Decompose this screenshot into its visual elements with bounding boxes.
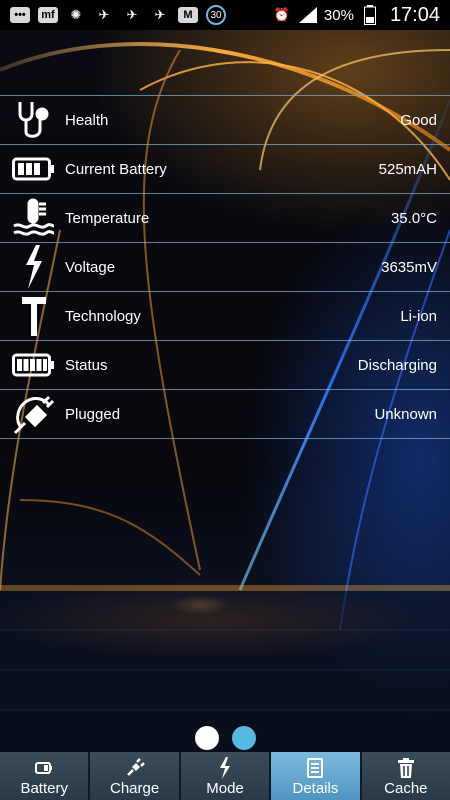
detail-row-status: Status Discharging bbox=[0, 340, 450, 389]
sun-icon: ✺ bbox=[70, 7, 82, 22]
tab-label: Mode bbox=[206, 780, 244, 797]
tab-mode[interactable]: Mode bbox=[180, 752, 272, 800]
page-dot-2[interactable] bbox=[231, 726, 256, 750]
tab-label: Cache bbox=[384, 780, 428, 797]
app-icon-mf: mf bbox=[38, 7, 58, 23]
document-icon bbox=[304, 757, 326, 779]
page-dot-1[interactable] bbox=[194, 726, 219, 750]
battery-status-icon bbox=[360, 5, 380, 25]
detail-row-voltage: Voltage 3635mV bbox=[0, 242, 450, 291]
battery-icon bbox=[6, 145, 61, 193]
detail-label: Status bbox=[65, 356, 108, 374]
alarm-icon: ⏰ bbox=[273, 7, 290, 22]
chat-icon: ••• bbox=[10, 7, 30, 23]
detail-row-technology: Technology Li-ion bbox=[0, 291, 450, 340]
signal-icon bbox=[298, 6, 318, 24]
detail-value: Good bbox=[400, 111, 437, 129]
tab-details[interactable]: Details bbox=[271, 752, 362, 800]
status-bar: ••• mf ✺ ✈ ✈ ✈ M 30 ⏰ 30% 17:04 bbox=[0, 0, 450, 30]
detail-label: Health bbox=[65, 111, 109, 129]
detail-label: Technology bbox=[65, 307, 141, 325]
tab-battery[interactable]: Battery bbox=[0, 752, 91, 800]
battery-percent: 30% bbox=[323, 6, 354, 24]
tab-charge[interactable]: Charge bbox=[90, 752, 181, 800]
detail-value: 525mAH bbox=[378, 160, 437, 178]
tab-label: Battery bbox=[20, 780, 68, 797]
detail-value: Unknown bbox=[374, 405, 437, 423]
thermometer-icon bbox=[6, 194, 61, 242]
bottom-tab-bar: Battery Charge Mode Details Cache bbox=[0, 752, 450, 800]
detail-value: Li-ion bbox=[400, 307, 437, 325]
lightning-small-icon bbox=[214, 757, 236, 779]
calendar-badge: 30 bbox=[206, 5, 226, 25]
mail-notif-icon: M bbox=[178, 7, 198, 23]
detail-label: Voltage bbox=[65, 258, 116, 276]
clock: 17:04 bbox=[389, 3, 440, 26]
tab-label: Charge bbox=[110, 780, 160, 797]
battery-full-icon bbox=[6, 341, 61, 389]
airplane-notif-icon: ✈ bbox=[126, 7, 138, 22]
details-list: Health Good Current Battery 525mAH Tempe… bbox=[0, 95, 450, 439]
detail-row-current-battery: Current Battery 525mAH bbox=[0, 144, 450, 193]
detail-value: 3635mV bbox=[381, 258, 437, 276]
lightning-icon bbox=[6, 243, 61, 291]
detail-label: Temperature bbox=[65, 209, 150, 227]
detail-row-health: Health Good bbox=[0, 95, 450, 144]
detail-value: 35.0°C bbox=[390, 209, 437, 227]
detail-row-temperature: Temperature 35.0°C bbox=[0, 193, 450, 242]
detail-label: Current Battery bbox=[65, 160, 167, 178]
stethoscope-icon bbox=[6, 96, 61, 144]
plug-icon bbox=[6, 390, 61, 438]
detail-value: Discharging bbox=[357, 356, 437, 374]
battery-small-icon bbox=[33, 757, 55, 779]
hammer-icon bbox=[6, 292, 61, 340]
trash-icon bbox=[395, 757, 417, 779]
tab-label: Details bbox=[292, 780, 339, 797]
detail-row-plugged: Plugged Unknown bbox=[0, 389, 450, 439]
tab-cache[interactable]: Cache bbox=[361, 752, 450, 800]
plug-small-icon bbox=[124, 757, 146, 779]
page-indicator bbox=[0, 726, 450, 750]
airplane-notif-icon: ✈ bbox=[98, 7, 110, 22]
airplane-notif-icon: ✈ bbox=[154, 7, 166, 22]
detail-label: Plugged bbox=[65, 405, 121, 423]
